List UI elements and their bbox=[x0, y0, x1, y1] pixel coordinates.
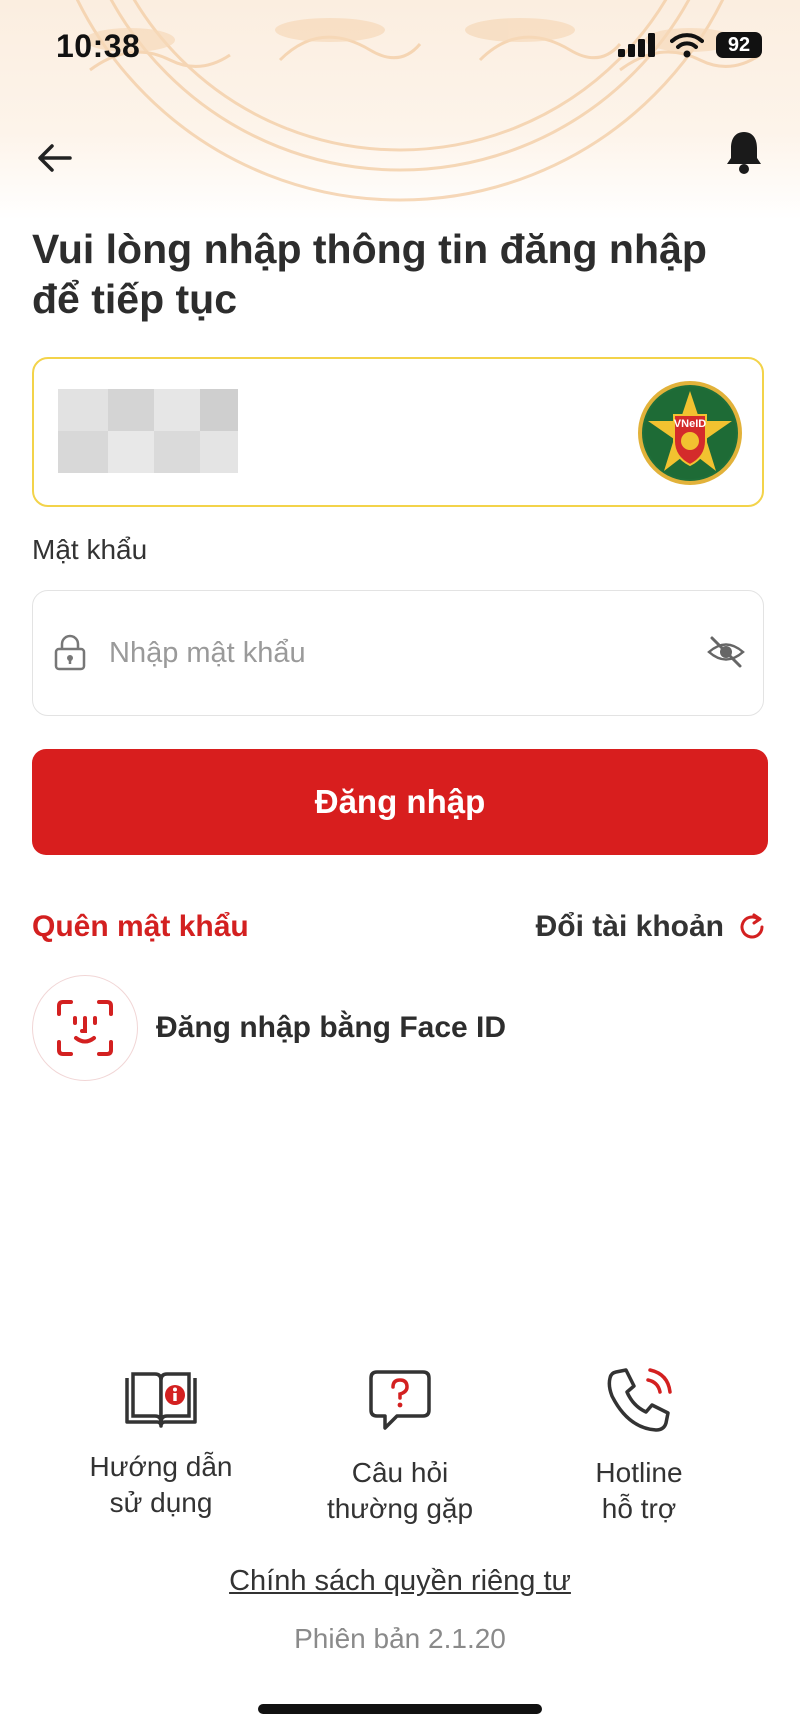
faq-label-2: thường gặp bbox=[326, 1493, 474, 1524]
status-time: 10:38 bbox=[56, 28, 141, 64]
phone-ringing-icon bbox=[607, 1368, 672, 1432]
face-id-login[interactable]: Đăng nhập bằng Face ID bbox=[32, 975, 506, 1081]
switch-account-link[interactable]: Đổi tài khoản bbox=[536, 910, 766, 944]
user-guide-label-2: sử dụng bbox=[109, 1487, 213, 1518]
user-guide-label-1: Hướng dẫn bbox=[89, 1451, 233, 1482]
page-title: Vui lòng nhập thông tin đăng nhập để tiế… bbox=[32, 226, 707, 322]
battery-indicator: 92 bbox=[716, 32, 762, 58]
account-id-field[interactable]: VNeID bbox=[32, 357, 764, 507]
vneid-badge: VNeID bbox=[638, 381, 742, 485]
arrow-left-icon bbox=[38, 144, 72, 172]
masked-account-number bbox=[58, 389, 238, 473]
password-input[interactable] bbox=[107, 627, 671, 679]
password-label: Mật khẩu bbox=[32, 534, 148, 565]
notification-button[interactable] bbox=[724, 128, 764, 176]
hotline-button[interactable]: Hotline hỗ trợ bbox=[529, 1366, 749, 1527]
question-bubble-icon bbox=[369, 1370, 431, 1430]
lock-icon bbox=[54, 634, 86, 671]
signal-icon bbox=[618, 33, 655, 57]
face-id-label: Đăng nhập bằng Face ID bbox=[156, 1011, 507, 1044]
privacy-policy-link[interactable]: Chính sách quyền riêng tư bbox=[0, 1565, 800, 1598]
user-guide-button[interactable]: Hướng dẫn sử dụng bbox=[51, 1366, 271, 1521]
app-version: Phiên bản 2.1.20 bbox=[294, 1623, 506, 1654]
hotline-label-1: Hotline bbox=[595, 1457, 683, 1488]
switch-account-label: Đổi tài khoản bbox=[535, 910, 724, 943]
face-id-icon bbox=[57, 1000, 113, 1056]
svg-text:VNeID: VNeID bbox=[674, 418, 706, 430]
home-indicator[interactable] bbox=[258, 1704, 542, 1714]
password-field[interactable] bbox=[32, 590, 764, 716]
refresh-icon bbox=[740, 913, 764, 939]
forgot-password-link[interactable]: Quên mật khẩu bbox=[32, 910, 249, 944]
bell-icon bbox=[727, 132, 761, 174]
hotline-label-2: hỗ trợ bbox=[601, 1493, 677, 1524]
book-info-icon bbox=[125, 1372, 197, 1428]
login-button[interactable]: Đăng nhập bbox=[32, 749, 768, 855]
eye-off-icon[interactable] bbox=[707, 635, 745, 669]
back-button[interactable] bbox=[36, 140, 76, 176]
wifi-icon bbox=[670, 33, 704, 58]
faq-button[interactable]: Câu hỏi thường gặp bbox=[290, 1366, 510, 1527]
faq-label-1: Câu hỏi bbox=[351, 1457, 449, 1488]
status-bar: 10:38 92 bbox=[0, 0, 800, 100]
